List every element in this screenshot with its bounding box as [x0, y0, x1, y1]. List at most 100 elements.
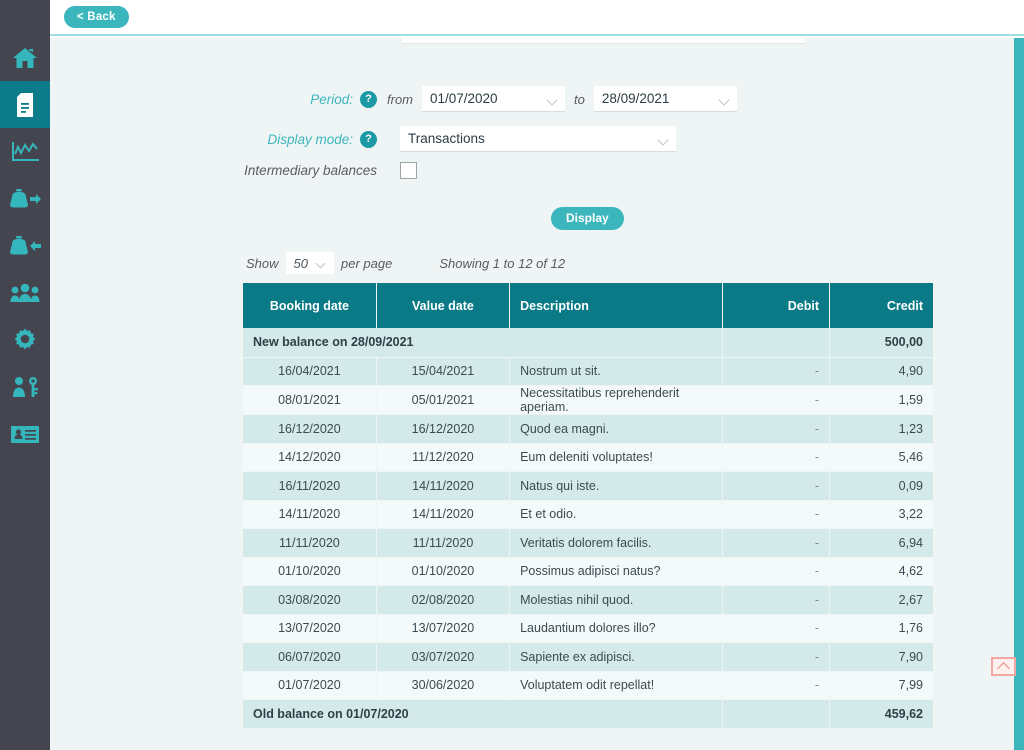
cell-credit: 5,46 — [829, 443, 933, 472]
old-balance-label: Old balance on 01/07/2020 — [243, 699, 724, 729]
sidebar-item-contacts[interactable] — [0, 410, 50, 457]
scrollbar-thumb[interactable] — [1014, 38, 1024, 750]
column-header-booking-date[interactable]: Booking date — [243, 283, 377, 328]
sidebar-item-incoming[interactable] — [0, 222, 50, 269]
period-to-select[interactable]: 28/09/2021 — [593, 86, 737, 112]
column-header-value-date[interactable]: Value date — [376, 283, 511, 328]
cell-booking-date: 11/11/2020 — [243, 528, 377, 558]
paging-controls: Show 50 per page Showing 1 to 12 of 12 — [246, 252, 565, 274]
per-page-select[interactable]: 50 — [285, 252, 334, 274]
table-row[interactable]: 16/04/2021 15/04/2021 Nostrum ut sit. -4,90 — [243, 357, 933, 386]
cell-credit: 1,59 — [829, 385, 933, 415]
intermediary-balances-row: Intermediary balances — [50, 162, 820, 179]
cell-description: Et et odio. — [509, 500, 724, 529]
people-icon — [9, 283, 41, 303]
sidebar-item-home[interactable] — [0, 34, 50, 81]
table-row[interactable]: 01/10/2020 01/10/2020 Possimus adipisci na… — [243, 557, 933, 586]
ledger-table: Booking date Value date Description Debi… — [243, 283, 933, 729]
cell-debit: - — [722, 642, 831, 672]
cell-description: Molestias nihil quod. — [509, 585, 724, 615]
sidebar — [0, 0, 50, 750]
table-row[interactable]: 06/07/2020 03/07/2020 Sapiente ex adipisci… — [243, 642, 933, 672]
id-card-icon — [10, 423, 40, 445]
cell-credit: 4,90 — [829, 357, 933, 386]
column-header-description[interactable]: Description — [509, 283, 724, 328]
cell-description: Eum deleniti voluptates! — [509, 443, 724, 472]
table-row[interactable]: 14/11/2020 14/11/2020 Et et odio. -3,22 — [243, 500, 933, 529]
cell-value-date: 14/11/2020 — [376, 500, 511, 529]
column-header-credit[interactable]: Credit — [829, 283, 933, 328]
cell-value-date: 16/12/2020 — [376, 414, 511, 444]
table-row[interactable]: 16/11/2020 14/11/2020 Natus qui iste. -0,09 — [243, 471, 933, 501]
partially-visible-field[interactable] — [402, 38, 805, 44]
top-bar: < Back — [50, 0, 1024, 36]
display-mode-label: Display mode: — [267, 131, 353, 147]
cell-debit: - — [722, 385, 831, 415]
table-row[interactable]: 16/12/2020 16/12/2020 Quod ea magni. -1,23 — [243, 414, 933, 444]
cell-value-date: 01/10/2020 — [376, 557, 511, 586]
new-balance-credit: 500,00 — [829, 328, 933, 358]
cell-debit: - — [722, 614, 831, 643]
cell-description: Possimus adipisci natus? — [509, 557, 724, 586]
cell-value-date: 03/07/2020 — [376, 642, 511, 672]
home-icon — [12, 46, 38, 70]
table-row[interactable]: 03/08/2020 02/08/2020 Molestias nihil quod… — [243, 585, 933, 615]
cell-credit: 6,94 — [829, 528, 933, 558]
cell-debit: - — [722, 671, 831, 700]
period-from-select[interactable]: 01/07/2020 — [422, 86, 565, 112]
cell-description: Sapiente ex adipisci. — [509, 642, 724, 672]
display-mode-help-icon[interactable]: ? — [360, 130, 377, 148]
table-header-row: Booking date Value date Description Debi… — [243, 283, 933, 328]
intermediary-balances-checkbox[interactable] — [400, 162, 417, 179]
sidebar-item-statistics[interactable] — [0, 128, 50, 175]
sidebar-item-settings[interactable] — [0, 316, 50, 363]
table-row[interactable]: 14/12/2020 11/12/2020 Eum deleniti volupta… — [243, 443, 933, 472]
cell-value-date: 14/11/2020 — [376, 471, 511, 501]
per-page-value: 50 — [293, 255, 308, 271]
cell-credit: 2,67 — [829, 585, 933, 615]
cell-credit: 1,76 — [829, 614, 933, 643]
period-row: Period: ? from 01/07/2020 to 28/09/2021 — [50, 86, 820, 112]
table-row[interactable]: 11/11/2020 11/11/2020 Veritatis dolorem fa… — [243, 528, 933, 558]
sidebar-item-outgoing[interactable] — [0, 175, 50, 222]
chart-line-icon — [10, 140, 40, 164]
show-label: Show — [246, 255, 279, 271]
table-head: Booking date Value date Description Debi… — [243, 283, 933, 328]
table-row-new-balance: New balance on 28/09/2021 500,00 — [243, 328, 933, 358]
cell-credit: 4,62 — [829, 557, 933, 586]
cell-booking-date: 16/04/2021 — [243, 357, 377, 386]
sidebar-item-permissions[interactable] — [0, 363, 50, 410]
new-balance-debit — [722, 328, 831, 358]
period-to-value: 28/09/2021 — [601, 91, 670, 106]
display-mode-row: Display mode: ? Transactions — [50, 126, 820, 152]
cell-debit: - — [722, 528, 831, 558]
table-row[interactable]: 08/01/2021 05/01/2021 Necessitatibus repre… — [243, 385, 933, 415]
purse-out-icon — [8, 188, 42, 210]
display-button[interactable]: Display — [551, 207, 624, 230]
cell-value-date: 15/04/2021 — [376, 357, 511, 386]
old-balance-credit: 459,62 — [829, 699, 933, 729]
vertical-scrollbar[interactable] — [1014, 38, 1024, 750]
period-label: Period: — [310, 91, 353, 107]
column-header-debit[interactable]: Debit — [722, 283, 831, 328]
table-row[interactable]: 13/07/2020 13/07/2020 Laudantium dolores i… — [243, 614, 933, 643]
display-mode-select[interactable]: Transactions — [400, 126, 676, 152]
period-help-icon[interactable]: ? — [360, 90, 377, 108]
sidebar-item-members[interactable] — [0, 269, 50, 316]
table-row[interactable]: 01/07/2020 30/06/2020 Voluptatem odit repe… — [243, 671, 933, 700]
cell-booking-date: 16/11/2020 — [243, 471, 377, 501]
scroll-to-top-button[interactable] — [991, 657, 1016, 676]
back-button[interactable]: < Back — [64, 6, 129, 28]
cell-booking-date: 01/10/2020 — [243, 557, 377, 586]
cell-credit: 1,23 — [829, 414, 933, 444]
sidebar-item-documents[interactable] — [0, 81, 50, 128]
cell-credit: 7,90 — [829, 642, 933, 672]
cell-booking-date: 14/12/2020 — [243, 443, 377, 472]
cell-debit: - — [722, 414, 831, 444]
table-body: New balance on 28/09/2021 500,00 16/04/202… — [243, 328, 933, 729]
user-key-icon — [11, 375, 39, 399]
document-icon — [14, 92, 36, 118]
cell-description: Laudantium dolores illo? — [509, 614, 724, 643]
cell-description: Veritatis dolorem facilis. — [509, 528, 724, 558]
old-balance-debit — [722, 699, 831, 729]
